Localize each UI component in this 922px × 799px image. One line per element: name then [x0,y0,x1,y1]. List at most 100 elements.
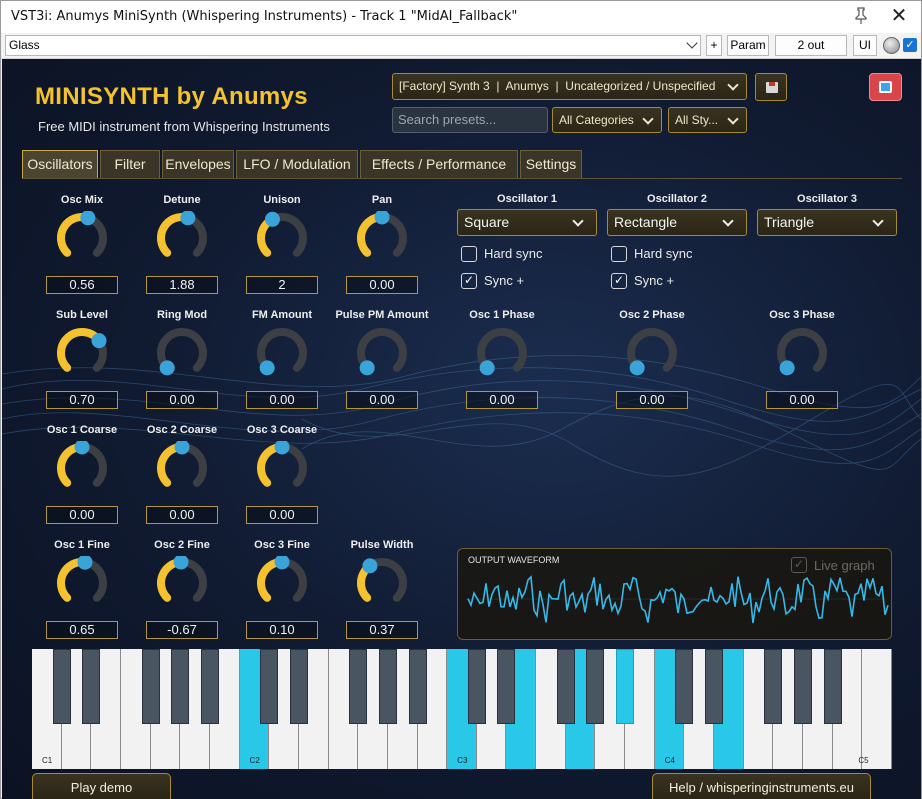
black-key[interactable] [378,649,397,724]
unison-value[interactable]: 2 [246,276,318,294]
black-key[interactable] [289,649,308,724]
tab-oscillators[interactable]: Oscillators [22,150,98,179]
tab-envelopes[interactable]: Envelopes [162,150,234,179]
detune-knob[interactable] [155,211,209,265]
oscillator-2-wave-value: Rectangle [614,214,678,230]
osc-1-fine-knob[interactable] [55,556,109,610]
black-key[interactable] [794,649,813,724]
pulse-width-value[interactable]: 0.37 [346,621,418,639]
pulse-pm-amount-knob[interactable] [355,326,409,380]
search-placeholder: Search presets... [398,112,497,127]
detune-value[interactable]: 1.88 [146,276,218,294]
tab-lfo-modulation[interactable]: LFO / Modulation [236,150,358,179]
oscillator-2-wave-dropdown[interactable]: Rectangle [607,209,747,236]
black-key[interactable] [497,649,516,724]
oscillator-1-hard-sync-checkbox[interactable] [461,246,477,262]
tab-settings[interactable]: Settings [520,150,582,179]
black-key[interactable] [408,649,427,724]
white-key[interactable] [862,649,892,769]
stop-icon [879,81,892,93]
style-filter[interactable]: All Sty... [668,107,747,133]
tab-filter[interactable]: Filter [100,150,160,179]
pin-icon[interactable] [853,7,869,25]
ui-button[interactable]: UI [853,35,877,56]
black-key[interactable] [675,649,694,724]
category-filter[interactable]: All Categories [552,107,662,133]
brand-tagline: Free MIDI instrument from Whispering Ins… [38,119,330,134]
black-key[interactable] [171,649,190,724]
piano-keyboard[interactable]: C1 C2 C3 C4 C5 [32,649,892,769]
ring-mod-knob[interactable] [155,326,209,380]
osc-1-fine-value[interactable]: 0.65 [46,621,118,639]
fm-amount-value[interactable]: 0.00 [246,391,318,409]
sub-level-knob[interactable] [55,326,109,380]
osc-3-coarse-knob[interactable] [255,441,309,495]
save-preset-button[interactable] [755,73,787,101]
osc-1-phase-value[interactable]: 0.00 [466,391,538,409]
preset-search-input[interactable]: Search presets... [392,107,548,133]
pan-value[interactable]: 0.00 [346,276,418,294]
osc-1-coarse-value[interactable]: 0.00 [46,506,118,524]
osc-2-fine-value[interactable]: -0.67 [146,621,218,639]
add-button[interactable]: + [706,35,722,56]
black-key[interactable] [52,649,71,724]
play-demo-button[interactable]: Play demo [32,773,171,799]
oscillator-1-sync-plus-checkbox[interactable]: ✓ [461,273,477,289]
preset-dropdown[interactable]: Glass [5,35,701,56]
osc-3-coarse-label: Osc 3 Coarse [246,424,318,436]
pulse-pm-amount-value[interactable]: 0.00 [346,391,418,409]
osc-3-fine-knob[interactable] [255,556,309,610]
chevron-down-icon [642,113,654,125]
black-key[interactable] [200,649,219,724]
pulse-width-label: Pulse Width [350,539,414,551]
stop-button[interactable] [869,73,902,101]
osc-3-coarse-value[interactable]: 0.00 [246,506,318,524]
osc-2-coarse-value[interactable]: 0.00 [146,506,218,524]
black-key[interactable] [556,649,575,724]
osc-2-coarse-knob[interactable] [155,441,209,495]
osc-2-phase-knob[interactable] [625,326,679,380]
oscillator-3-wave-dropdown[interactable]: Triangle [757,209,897,236]
black-key[interactable] [349,649,368,724]
osc-1-phase-knob[interactable] [475,326,529,380]
osc-2-phase-value[interactable]: 0.00 [616,391,688,409]
osc-mix-knob[interactable] [55,211,109,265]
close-icon[interactable]: ✕ [881,5,917,29]
wet-knob-icon[interactable] [883,37,900,54]
category-filter-value: All Categories [559,113,634,127]
osc-2-fine-knob[interactable] [155,556,209,610]
pan-knob[interactable] [355,211,409,265]
param-button[interactable]: Param [727,35,769,56]
black-key[interactable] [82,649,101,724]
osc-1-coarse-knob[interactable] [55,441,109,495]
help-button[interactable]: Help / whisperinginstruments.eu [652,773,871,799]
black-key[interactable] [823,649,842,724]
sub-level-value[interactable]: 0.70 [46,391,118,409]
osc-3-fine-value[interactable]: 0.10 [246,621,318,639]
osc-3-phase-value[interactable]: 0.00 [766,391,838,409]
tab-effects-performance[interactable]: Effects / Performance [360,150,518,179]
oscillator-1-sync-plus-label: Sync + [484,273,525,288]
oscillator-2-hard-sync-checkbox[interactable] [611,246,627,262]
oscillator-1-wave-dropdown[interactable]: Square [457,209,597,236]
output-button[interactable]: 2 out [775,35,847,56]
osc-mix-value[interactable]: 0.56 [46,276,118,294]
preset-selector[interactable]: [Factory] Synth 3 | Anumys | Uncategoriz… [392,73,747,100]
black-key[interactable] [705,649,724,724]
bypass-checkbox[interactable]: ✓ [903,38,917,52]
pulse-width-knob[interactable] [355,556,409,610]
osc-3-phase-knob[interactable] [775,326,829,380]
black-key[interactable] [141,649,160,724]
black-key[interactable] [467,649,486,724]
oscillator-2-sync-plus-checkbox[interactable]: ✓ [611,273,627,289]
black-key[interactable] [764,649,783,724]
osc-3-phase-label: Osc 3 Phase [769,309,835,321]
chevron-down-icon [727,113,739,125]
fm-amount-knob[interactable] [255,326,309,380]
ring-mod-value[interactable]: 0.00 [146,391,218,409]
plugin-ui: MINISYNTH by Anumys Free MIDI instrument… [2,59,921,799]
black-key[interactable] [586,649,605,724]
unison-knob[interactable] [255,211,309,265]
black-key[interactable] [616,649,635,724]
black-key[interactable] [260,649,279,724]
